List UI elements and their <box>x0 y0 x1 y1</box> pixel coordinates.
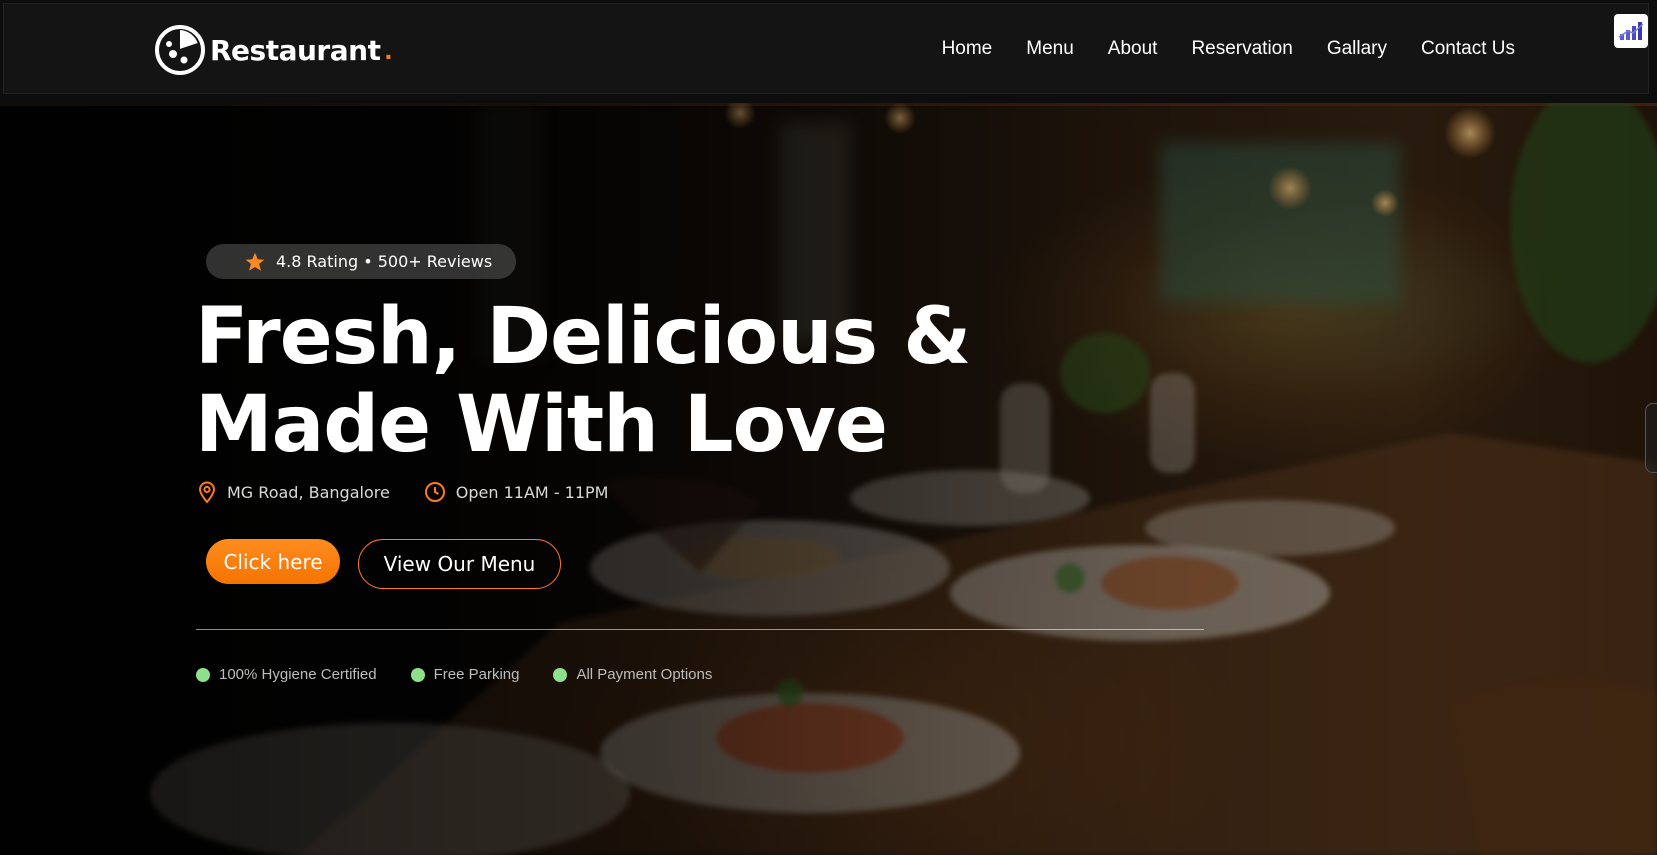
nav-about[interactable]: About <box>1108 38 1158 60</box>
nav-menu[interactable]: Menu <box>1026 38 1074 60</box>
green-dot-icon <box>196 667 210 682</box>
green-dot-icon <box>410 667 425 682</box>
brand-logo[interactable]: Restaurant. <box>154 24 392 76</box>
star-icon <box>245 252 265 271</box>
hero-headline: Fresh, Delicious & Made With Love <box>195 293 1095 469</box>
hero-section: 4.8 Rating • 500+ Reviews Fresh, Delicio… <box>0 103 1657 855</box>
side-drawer-handle[interactable] <box>1645 403 1657 473</box>
rating-badge: 4.8 Rating • 500+ Reviews <box>206 244 516 279</box>
headline-line-2: Made With Love <box>195 380 888 470</box>
hero-info-row: MG Road, Bangalore Open 11AM - 11PM <box>197 481 608 503</box>
hours-info: Open 11AM - 11PM <box>424 481 609 503</box>
click-here-button[interactable]: Click here <box>206 539 340 584</box>
feature-item: Free Parking <box>410 666 520 683</box>
location-info: MG Road, Bangalore <box>197 481 390 503</box>
nav-reservation[interactable]: Reservation <box>1191 38 1292 60</box>
green-dot-icon <box>553 667 568 682</box>
feature-label: Free Parking <box>433 666 520 683</box>
feature-list: 100% Hygiene Certified Free Parking All … <box>196 666 712 683</box>
rating-text: 4.8 Rating • 500+ Reviews <box>276 252 493 271</box>
hours-text: Open 11AM - 11PM <box>455 482 609 502</box>
hero-divider <box>196 629 1204 630</box>
location-text: MG Road, Bangalore <box>227 482 390 502</box>
feature-item: All Payment Options <box>553 666 712 683</box>
chart-bars-icon[interactable] <box>1614 14 1648 48</box>
headline-line-1: Fresh, Delicious & <box>195 292 971 382</box>
hero-overlay <box>0 103 1657 855</box>
feature-item: 100% Hygiene Certified <box>196 666 377 683</box>
navbar: Restaurant. Home Menu About Reservation … <box>3 3 1649 94</box>
nav-home[interactable]: Home <box>942 38 993 60</box>
brand-dot: . <box>384 34 393 65</box>
map-pin-icon <box>198 481 216 503</box>
nav-gallery[interactable]: Gallary <box>1327 38 1387 60</box>
nav-contact[interactable]: Contact Us <box>1421 38 1515 60</box>
feature-label: 100% Hygiene Certified <box>219 666 377 683</box>
pizza-icon <box>155 25 205 75</box>
feature-label: All Payment Options <box>576 666 713 683</box>
clock-icon <box>424 482 445 502</box>
view-menu-button[interactable]: View Our Menu <box>358 539 561 589</box>
brand-name: Restaurant <box>210 33 381 67</box>
main-nav: Home Menu About Reservation Gallary Cont… <box>942 38 1515 60</box>
